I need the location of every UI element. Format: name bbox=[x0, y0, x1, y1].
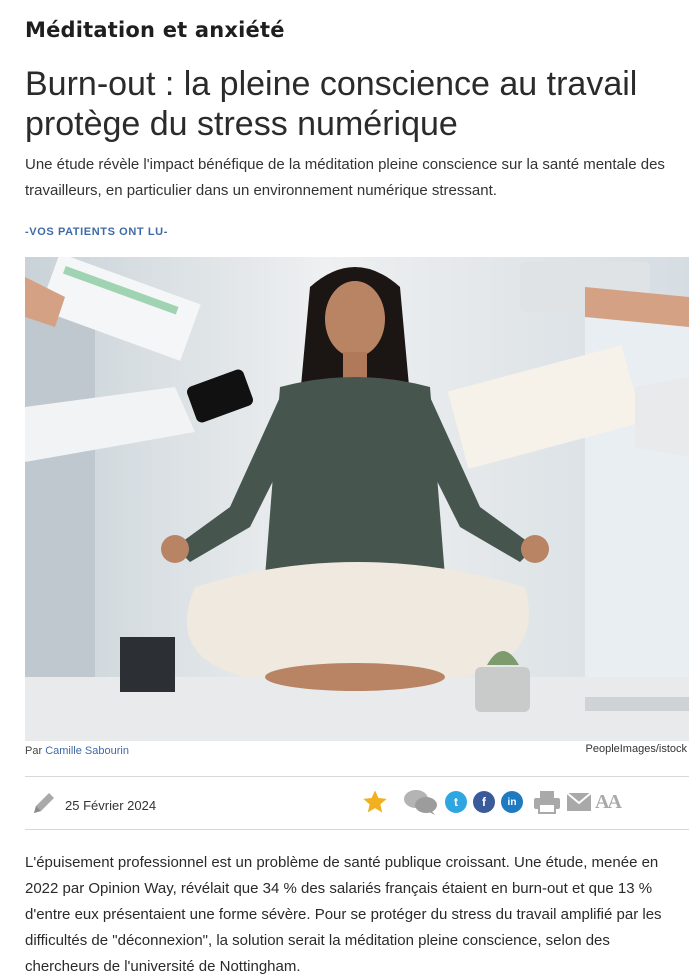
author-link[interactable]: Camille Sabourin bbox=[45, 745, 129, 757]
category-label[interactable]: Méditation et anxiété bbox=[25, 18, 285, 42]
article-intro: Une étude révèle l'impact bénéfique de l… bbox=[25, 156, 665, 199]
article-body: L'épuisement professionnel est un problè… bbox=[25, 854, 662, 975]
meditation-photo-illustration bbox=[25, 257, 689, 741]
twitter-icon[interactable]: t bbox=[445, 791, 467, 813]
font-size-icon[interactable]: AA bbox=[595, 790, 622, 814]
email-icon[interactable] bbox=[567, 793, 591, 811]
publish-date: 25 Février 2024 bbox=[65, 798, 157, 813]
font-size-glyph: AA bbox=[595, 790, 622, 813]
linkedin-icon[interactable]: in bbox=[501, 791, 523, 813]
byline-prefix: Par bbox=[25, 745, 43, 757]
pencil-icon bbox=[31, 790, 57, 821]
facebook-icon[interactable]: f bbox=[473, 791, 495, 813]
print-icon[interactable] bbox=[533, 790, 561, 814]
comments-icon[interactable] bbox=[403, 788, 439, 816]
photo-credit: PeopleImages/istock bbox=[585, 743, 688, 755]
article-photo bbox=[25, 257, 689, 741]
article-toolbar: 25 Février 2024 t f in AA bbox=[25, 776, 689, 830]
article-title: Burn-out : la pleine conscience au trava… bbox=[25, 65, 638, 143]
byline: Par Camille Sabourin bbox=[25, 745, 129, 757]
date-group: 25 Février 2024 bbox=[31, 790, 156, 821]
share-tools: t f in AA bbox=[361, 788, 626, 816]
star-icon[interactable] bbox=[361, 788, 389, 816]
section-tag[interactable]: -VOS PATIENTS ONT LU- bbox=[25, 226, 168, 238]
